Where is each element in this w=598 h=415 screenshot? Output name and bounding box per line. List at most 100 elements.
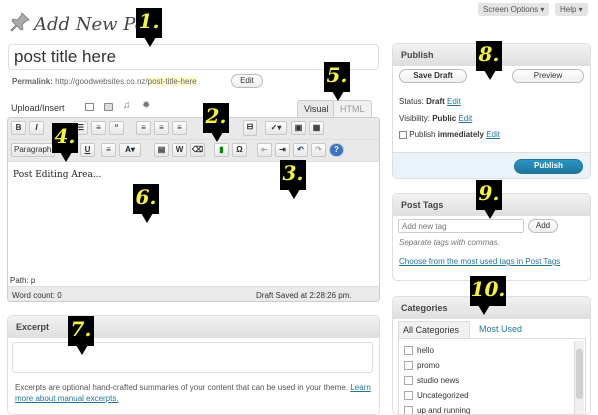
tab-visual[interactable]: Visual (297, 100, 336, 118)
align-left-button[interactable]: ≡ (136, 121, 151, 135)
callout-7: 7. (68, 316, 94, 355)
callout-10: 10. (470, 276, 506, 315)
category-item[interactable]: studio news (404, 376, 460, 386)
preview-button[interactable]: Preview (512, 69, 584, 83)
category-item[interactable]: up and running (404, 406, 471, 415)
category-label: up and running (417, 406, 471, 415)
tags-hint: Separate tags with commas. (399, 238, 500, 247)
permalink-edit-button[interactable]: Edit (231, 74, 263, 88)
screen-options-label: Screen Options (483, 5, 539, 14)
align-center-button[interactable]: ≡ (154, 121, 169, 135)
save-draft-button[interactable]: Save Draft (399, 69, 467, 83)
paste-word-icon[interactable]: W (172, 143, 187, 157)
visibility-row: Visibility: Public Edit (399, 114, 472, 123)
callout-6: 6. (133, 184, 159, 223)
add-video-icon[interactable] (104, 103, 113, 111)
category-checkbox[interactable] (404, 361, 413, 371)
blockquote-button[interactable]: “ (109, 121, 124, 135)
category-label: studio news (417, 376, 460, 385)
category-checkbox[interactable] (404, 346, 413, 356)
category-item[interactable]: promo (404, 361, 440, 371)
categories-box: Categories All Categories Most Used hell… (392, 296, 591, 415)
help-button[interactable]: Help ▾ (555, 3, 588, 16)
remove-format-icon[interactable]: ⌫ (190, 143, 205, 157)
visibility-label: Visibility: (399, 114, 430, 123)
excerpt-textarea[interactable] (12, 342, 373, 373)
category-list: hello promo studio news Uncategorized up… (398, 338, 586, 415)
callout-8: 8. (476, 41, 502, 80)
permalink-slug[interactable]: post-title-here (147, 77, 197, 86)
add-media-icon[interactable]: ✹ (142, 100, 150, 111)
justify-button[interactable]: ≡ (101, 143, 116, 157)
callout-1: 1. (136, 8, 162, 47)
special-character-icon[interactable]: Ω (232, 143, 247, 157)
editor-status-bar: Word count: 0 Draft Saved at 2:28:26 pm. (8, 286, 379, 301)
help-label: Help (560, 5, 577, 14)
permalink-base: http://goodwebsites.co.nz/ (55, 77, 148, 86)
choose-tags-link[interactable]: Choose from the most used tags in Post T… (399, 256, 579, 267)
publish-time-label: Publish (409, 130, 436, 139)
underline-button[interactable]: U (80, 143, 95, 157)
visibility-value: Public (432, 114, 457, 123)
fullscreen-button[interactable]: ▣ (291, 121, 306, 135)
category-item[interactable]: hello (404, 346, 434, 356)
category-label: Uncategorized (417, 391, 469, 400)
calendar-icon (399, 130, 407, 139)
indent-icon[interactable]: ⇥ (275, 143, 290, 157)
redo-icon[interactable]: ↷ (311, 143, 326, 157)
category-label: promo (417, 361, 440, 370)
category-scrollbar[interactable] (574, 341, 584, 414)
pushpin-icon (10, 12, 30, 32)
align-right-button[interactable]: ≡ (172, 121, 187, 135)
add-audio-icon[interactable]: ♫ (123, 100, 131, 111)
category-item[interactable]: Uncategorized (404, 391, 469, 401)
publish-button[interactable]: Publish (514, 159, 583, 174)
callout-9: 9. (476, 180, 502, 219)
italic-button[interactable]: I (29, 121, 44, 135)
bold-button[interactable]: B (11, 121, 26, 135)
publish-time-value: immediately (437, 130, 484, 139)
excerpt-box: Excerpt Excerpts are optional hand-craft… (7, 315, 380, 415)
choose-tags-link-text[interactable]: Choose from the most used tags in Post T… (399, 257, 560, 266)
add-tag-button[interactable]: Add (528, 219, 558, 233)
draft-saved-status: Draft Saved at 2:28:26 pm. (256, 291, 352, 300)
permalink-row: Permalink: http://goodwebsites.co.nz/pos… (12, 77, 197, 86)
callout-5: 5. (324, 62, 350, 101)
status-value: Draft (426, 97, 445, 106)
category-checkbox[interactable] (404, 376, 413, 386)
tag-input[interactable]: Add new tag (398, 219, 524, 233)
editor-content[interactable]: Post Editing Area... (13, 170, 101, 180)
callout-4: 4. (52, 123, 78, 162)
word-count: Word count: 0 (12, 291, 62, 300)
excerpt-help: Excerpts are optional hand-crafted summa… (15, 382, 377, 404)
help-icon[interactable]: ? (329, 143, 344, 157)
category-checkbox[interactable] (404, 391, 413, 401)
callout-3: 3. (280, 160, 306, 199)
category-label: hello (417, 346, 434, 355)
publish-time-row: Publish immediately Edit (399, 130, 500, 139)
status-edit-link[interactable]: Edit (447, 97, 461, 106)
visibility-edit-link[interactable]: Edit (458, 114, 472, 123)
numbered-list-button[interactable]: ≡ (91, 121, 106, 135)
screen-options-button[interactable]: Screen Options ▾ (478, 3, 550, 16)
tab-all-categories[interactable]: All Categories (398, 321, 470, 338)
kitchen-sink-button[interactable]: ▦ (309, 121, 324, 135)
editor-path: Path: p (10, 276, 36, 285)
insert-media-icon[interactable]: ▮ (214, 143, 229, 157)
insert-more-icon[interactable]: ⊟ (243, 120, 257, 136)
excerpt-heading: Excerpt (8, 316, 379, 338)
status-row: Status: Draft Edit (399, 97, 461, 106)
text-color-button[interactable]: A▾ (119, 143, 141, 157)
add-image-icon[interactable] (85, 103, 94, 111)
scrollbar-thumb[interactable] (576, 349, 583, 399)
spellcheck-button[interactable]: ✓▾ (265, 121, 287, 135)
paste-text-icon[interactable]: ▤ (154, 143, 169, 157)
status-label: Status: (399, 97, 424, 106)
paragraph-select[interactable]: Paragraph (11, 143, 55, 157)
outdent-icon[interactable]: ⇤ (257, 143, 272, 157)
undo-icon[interactable]: ↶ (293, 143, 308, 157)
tab-html[interactable]: HTML (333, 100, 372, 118)
publish-time-edit-link[interactable]: Edit (486, 130, 500, 139)
tab-most-used[interactable]: Most Used (479, 324, 522, 334)
category-checkbox[interactable] (404, 406, 413, 414)
